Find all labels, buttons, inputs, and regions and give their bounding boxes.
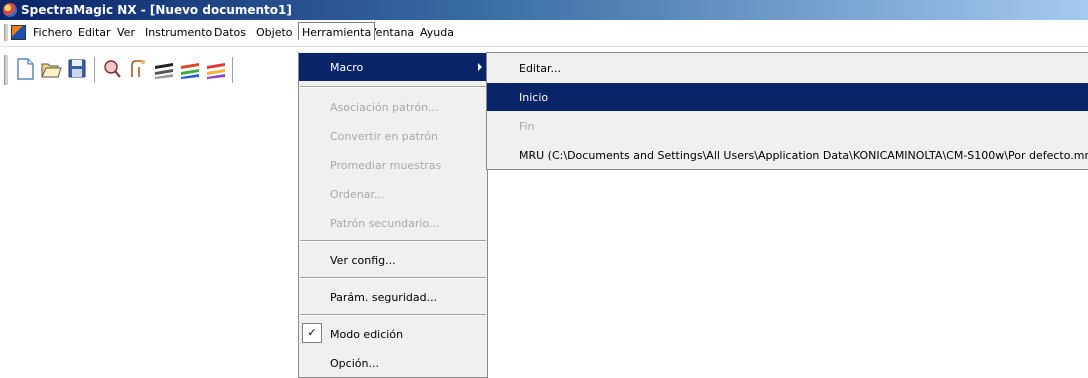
new-icon[interactable] [14,57,36,81]
menu-item-label: Promediar muestras [330,159,442,172]
menu-item-opcion[interactable]: Opción... [299,349,487,377]
app-logo-icon [3,3,17,17]
toolbar-separator [94,57,98,83]
menu-instrumento[interactable]: Instrumento [145,26,212,39]
menu-item-promediar-muestras[interactable]: Promediar muestras [299,151,487,179]
window-title: SpectraMagic NX - [Nuevo documento1] [21,3,292,17]
menu-datos[interactable]: Datos [214,26,246,39]
menu-item-macro[interactable]: Macro [299,53,487,81]
document-icon[interactable] [11,25,26,40]
menu-bar: Fichero Editar Ver Instrumento Datos Obj… [0,20,1088,47]
menu-item-label: Modo edición [330,328,404,341]
submenu-item-label: Inicio [519,91,549,104]
menu-item-patron-secundario[interactable]: Patrón secundario... [299,209,487,237]
menu-ayuda[interactable]: Ayuda [420,26,454,39]
menu-item-label: Ver config... [330,254,396,267]
submenu-item-label: Editar... [519,62,562,75]
menu-ventana[interactable]: Ventana [369,26,414,39]
menu-objeto[interactable]: Objeto [256,26,293,39]
menu-fichero[interactable]: Fichero [33,26,72,39]
menu-item-asociacion-patron[interactable]: Asociación patrón... [299,93,487,121]
menu-item-label: Parám. seguridad... [330,291,438,304]
submenu-item-label: MRU (C:\Documents and Settings\All Users… [519,149,1088,162]
toolbar-grip[interactable] [4,55,9,85]
menu-item-convertir-en-patron[interactable]: Convertir en patrón [299,122,487,150]
submenu-arrow-icon [478,63,482,71]
toolbar-separator [232,57,236,83]
submenu-item-inicio[interactable]: Inicio [487,83,1088,111]
macro-submenu: Editar... Inicio Fin MRU (C:\Documents a… [486,52,1088,170]
menu-ver[interactable]: Ver [117,26,135,39]
menu-editar[interactable]: Editar [78,26,111,39]
menu-item-label: Opción... [330,357,379,370]
menu-item-label: Patrón secundario... [330,217,440,230]
menu-separator [300,277,486,279]
checkmark-icon: ✓ [302,323,322,343]
open-icon[interactable] [40,57,62,81]
herramienta-menu: Macro Asociación patrón... Convertir en … [298,52,488,378]
menu-separator [300,240,486,242]
submenu-item-label: Fin [519,120,535,133]
submenu-item-editar[interactable]: Editar... [487,54,1088,82]
menu-separator [300,86,486,88]
menu-separator [300,314,486,316]
menu-item-label: Ordenar... [330,188,385,201]
menu-item-label: Macro [330,61,364,74]
save-icon[interactable] [66,57,88,81]
title-bar: SpectraMagic NX - [Nuevo documento1] [0,0,1088,20]
submenu-item-mru[interactable]: MRU (C:\Documents and Settings\All Users… [487,141,1088,169]
calibrate-icon[interactable] [127,57,149,81]
menu-item-modo-edicion[interactable]: ✓ Modo edición [299,320,487,348]
color-stack-3-icon[interactable] [205,57,227,81]
color-stack-icon[interactable] [153,57,175,81]
menu-item-ordenar[interactable]: Ordenar... [299,180,487,208]
menu-herramienta[interactable]: Herramienta [298,22,376,40]
toolbar [0,47,300,95]
menu-item-label: Convertir en patrón [330,130,438,143]
measure-icon[interactable] [101,57,123,81]
menu-item-ver-config[interactable]: Ver config... [299,246,487,274]
submenu-item-fin[interactable]: Fin [487,112,1088,140]
menu-item-param-seguridad[interactable]: Parám. seguridad... [299,283,487,311]
color-stack-2-icon[interactable] [179,57,201,81]
menubar-grip[interactable] [4,24,9,41]
menu-item-label: Asociación patrón... [330,101,439,114]
